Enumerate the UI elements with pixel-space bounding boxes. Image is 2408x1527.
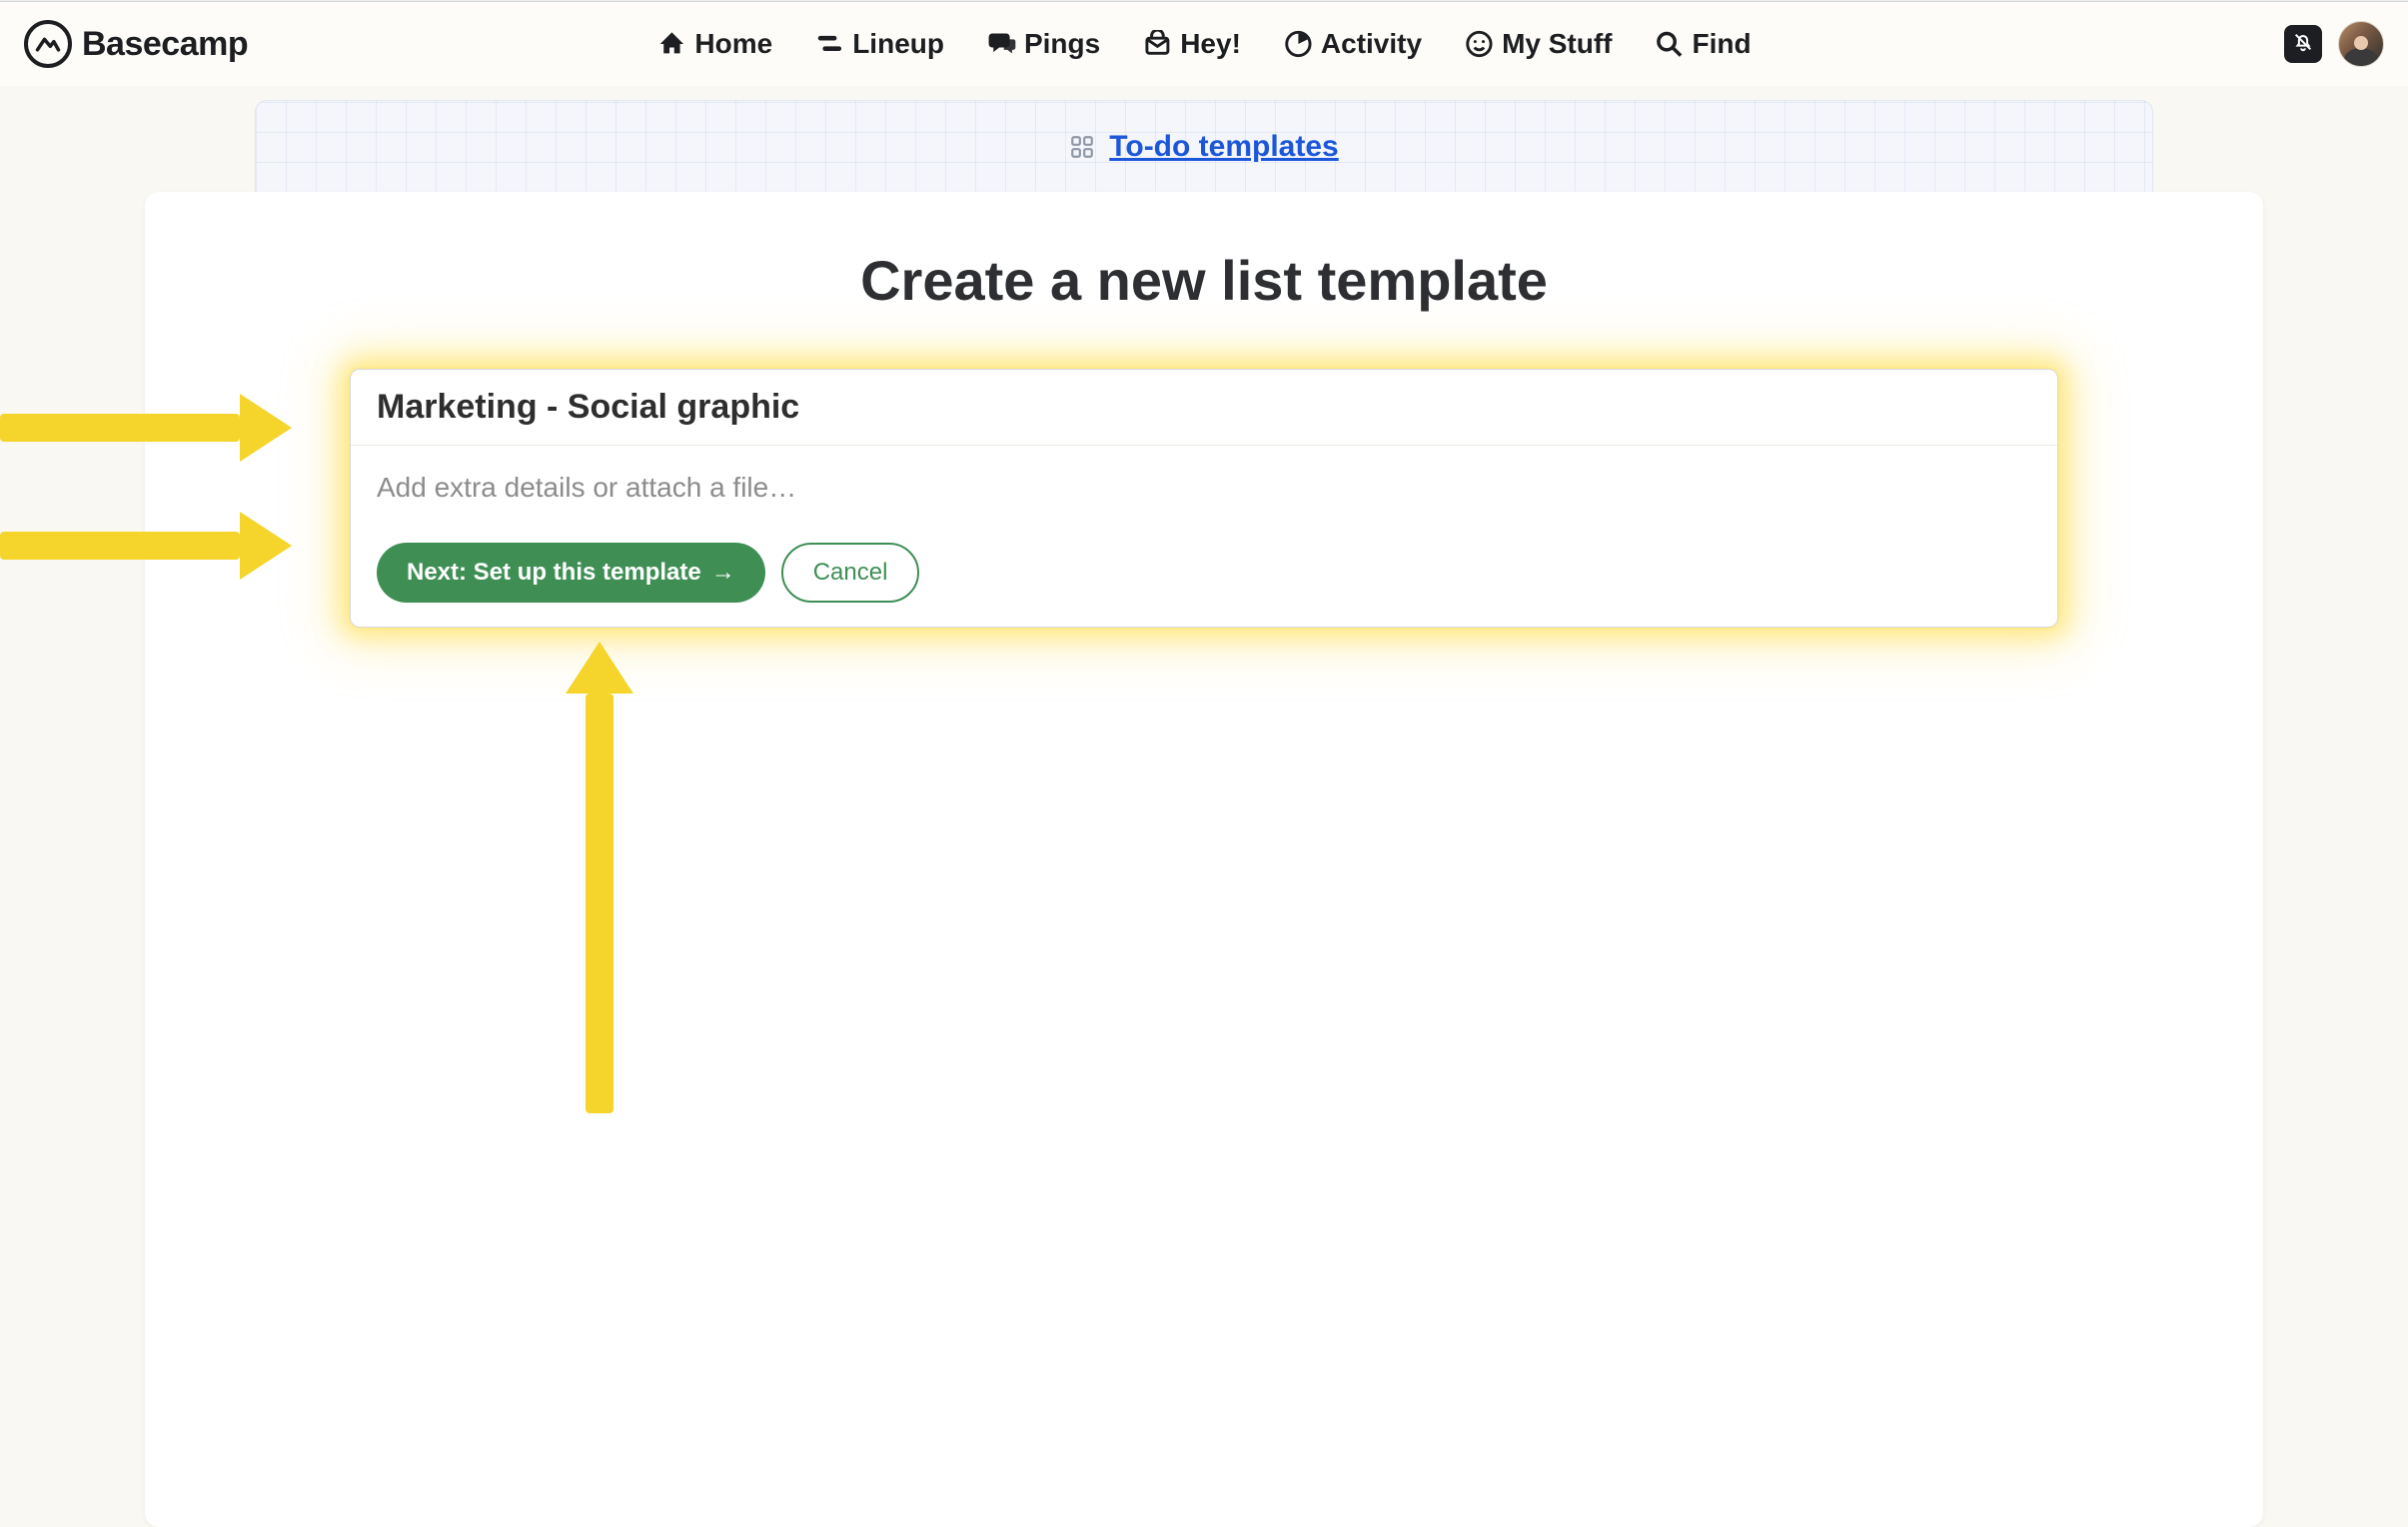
brand-name: Basecamp — [82, 25, 248, 64]
nav-mystuff[interactable]: My Stuff — [1464, 28, 1612, 60]
nav-pings[interactable]: Pings — [986, 28, 1100, 60]
next-button-label: Next: Set up this template — [407, 559, 701, 587]
nav-hey-label: Hey! — [1180, 28, 1241, 60]
main-card: Create a new list template Next: Set up … — [145, 192, 2263, 1527]
template-details-input[interactable] — [351, 446, 2057, 530]
notifications-button[interactable] — [2284, 25, 2322, 63]
nav-mystuff-label: My Stuff — [1502, 28, 1612, 60]
page-title: Create a new list template — [225, 248, 2183, 313]
hey-icon — [1142, 29, 1172, 59]
nav-hey[interactable]: Hey! — [1142, 28, 1241, 60]
nav-center: Home Lineup Pings Hey! Activity — [656, 28, 1751, 60]
nav-lineup[interactable]: Lineup — [814, 28, 944, 60]
brand-logo[interactable]: Basecamp — [24, 20, 248, 68]
nav-home-label: Home — [694, 28, 772, 60]
nav-find-label: Find — [1693, 28, 1752, 60]
nav-find[interactable]: Find — [1655, 28, 1752, 60]
arrow-right-icon: → — [711, 559, 735, 587]
nav-activity-label: Activity — [1321, 28, 1422, 60]
form-highlight-box: Next: Set up this template → Cancel — [350, 369, 2058, 628]
form-button-row: Next: Set up this template → Cancel — [351, 535, 2057, 627]
nav-home[interactable]: Home — [656, 28, 772, 60]
find-icon — [1655, 29, 1685, 59]
template-form: Next: Set up this template → Cancel — [350, 369, 2058, 628]
templates-grid-icon — [1069, 134, 1095, 160]
basecamp-logo-icon — [24, 20, 72, 68]
pings-icon — [986, 29, 1016, 59]
breadcrumb-todo-templates[interactable]: To-do templates — [1109, 130, 1338, 164]
nav-pings-label: Pings — [1024, 28, 1100, 60]
breadcrumb-bar: To-do templates — [255, 100, 2153, 194]
bell-off-icon — [2292, 31, 2314, 58]
user-avatar[interactable] — [2338, 21, 2384, 67]
nav-activity[interactable]: Activity — [1283, 28, 1422, 60]
home-icon — [656, 29, 686, 59]
next-setup-template-button[interactable]: Next: Set up this template → — [377, 543, 765, 603]
cancel-button[interactable]: Cancel — [781, 543, 920, 603]
top-nav: Basecamp Home Lineup Pings Hey! — [0, 2, 2408, 86]
activity-icon — [1283, 29, 1313, 59]
template-name-input[interactable] — [351, 370, 2057, 446]
mystuff-icon — [1464, 29, 1494, 59]
lineup-icon — [814, 29, 844, 59]
nav-lineup-label: Lineup — [852, 28, 944, 60]
nav-right — [2284, 21, 2384, 67]
